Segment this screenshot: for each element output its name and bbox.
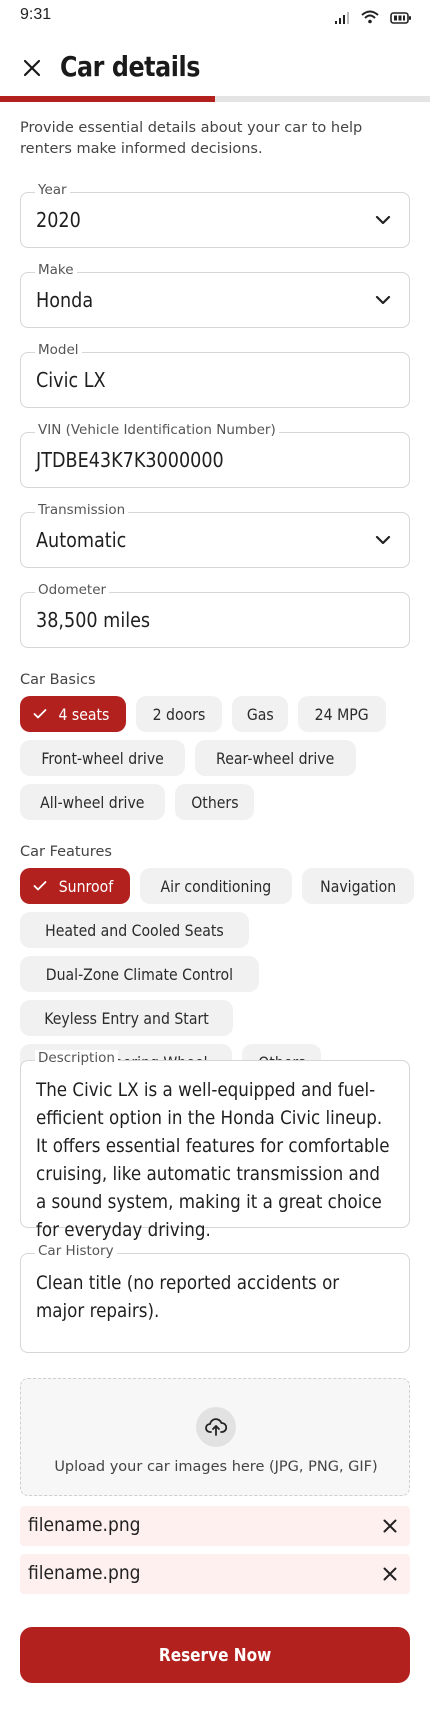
car-features-chips: Sunroof Air conditioning Navigation Heated … — [20, 868, 415, 1080]
chip-label: Sunroof — [58, 876, 114, 896]
progress-bar — [0, 96, 430, 102]
year-value: 2020 — [36, 208, 81, 232]
close-icon — [23, 59, 41, 77]
make-value: Honda — [36, 288, 94, 312]
transmission-label: Transmission — [35, 502, 129, 518]
chip-label: Dual-Zone Climate Control — [45, 964, 234, 984]
close-button[interactable] — [18, 54, 46, 82]
chip-navigation[interactable]: Navigation — [301, 868, 414, 904]
battery-icon — [390, 9, 412, 28]
make-select[interactable]: Make Honda — [20, 262, 410, 328]
chip-label: Front-wheel drive — [41, 748, 164, 768]
upload-instructions: Upload your car images here (JPG, PNG, G… — [54, 1459, 378, 1475]
model-label: Model — [35, 342, 82, 358]
chip-24-mpg[interactable]: 24 MPG — [298, 696, 386, 732]
vin-label: VIN (Vehicle Identification Number) — [35, 422, 279, 438]
chevron-down-icon — [375, 295, 391, 305]
car-basics-chips: 4 seats 2 doors Gas 24 MPG Front-wheel drive… — [20, 696, 415, 820]
close-icon — [383, 1567, 397, 1581]
app-header: Car details — [0, 44, 430, 94]
remove-file-button[interactable] — [380, 1516, 400, 1536]
chip-label: Heated and Cooled Seats — [45, 920, 224, 940]
status-time: 9:31 — [20, 6, 52, 23]
uploaded-file-row: filename.png — [20, 1554, 410, 1594]
chip-rear-wheel-drive[interactable]: Rear-wheel drive — [195, 740, 356, 776]
chip-front-wheel-drive[interactable]: Front-wheel drive — [20, 740, 186, 776]
remove-file-button[interactable] — [380, 1564, 400, 1584]
file-name: filename.png — [28, 1562, 141, 1584]
car-history-label: Car History — [35, 1243, 117, 1259]
chevron-down-icon — [375, 215, 391, 225]
wifi-icon — [360, 9, 380, 28]
model-field[interactable]: Model Civic LX — [20, 342, 410, 408]
chip-label: Rear-wheel drive — [216, 748, 335, 768]
chip-others[interactable]: Others — [174, 784, 255, 820]
odometer-label: Odometer — [35, 582, 110, 598]
chip-dual-zone-climate-control[interactable]: Dual-Zone Climate Control — [20, 956, 259, 992]
check-icon — [33, 708, 47, 720]
chip-label: Keyless Entry and Start — [44, 1008, 209, 1028]
year-select[interactable]: Year 2020 — [20, 182, 410, 248]
chip-all-wheel-drive[interactable]: All-wheel drive — [20, 784, 165, 820]
chip-sunroof[interactable]: Sunroof — [20, 868, 130, 904]
car-history-value: Clean title (no reported accidents or ma… — [36, 1272, 340, 1322]
odometer-field[interactable]: Odometer 38,500 miles — [20, 582, 410, 648]
status-bar: 9:31 — [0, 0, 430, 36]
car-basics-label: Car Basics — [20, 672, 96, 688]
chip-label: Navigation — [319, 876, 396, 896]
year-label: Year — [35, 182, 70, 198]
chip-keyless-entry-and-start[interactable]: Keyless Entry and Start — [20, 1000, 233, 1036]
transmission-value: Automatic — [36, 528, 127, 552]
chevron-down-icon — [375, 535, 391, 545]
intro-text: Provide essential details about your car… — [20, 120, 363, 157]
signal-icon — [334, 9, 350, 28]
image-upload-dropzone[interactable]: Upload your car images here (JPG, PNG, G… — [20, 1378, 410, 1496]
reserve-now-button[interactable]: Reserve Now — [20, 1627, 410, 1683]
chip-4-seats[interactable]: 4 seats — [20, 696, 126, 732]
vin-value: JTDBE43K7K3000000 — [36, 448, 224, 472]
check-icon — [33, 880, 47, 892]
chip-air-conditioning[interactable]: Air conditioning — [139, 868, 292, 904]
chip-heated-and-cooled-seats[interactable]: Heated and Cooled Seats — [20, 912, 249, 948]
close-icon — [383, 1519, 397, 1533]
reserve-now-label: Reserve Now — [158, 1644, 272, 1666]
chip-label: 24 MPG — [315, 704, 369, 724]
vin-field[interactable]: VIN (Vehicle Identification Number) JTDB… — [20, 422, 410, 488]
description-label: Description — [35, 1050, 118, 1066]
progress-fill — [0, 96, 215, 102]
chip-label: All-wheel drive — [40, 792, 145, 812]
transmission-select[interactable]: Transmission Automatic — [20, 502, 410, 568]
chip-label: 2 doors — [152, 704, 206, 724]
page-title: Car details — [60, 50, 200, 83]
status-icons — [334, 9, 412, 28]
make-label: Make — [35, 262, 77, 278]
car-features-label: Car Features — [20, 844, 112, 860]
odometer-value: 38,500 miles — [36, 608, 151, 632]
chip-label: Gas — [246, 704, 274, 724]
car-history-field[interactable]: Car History Clean title (no reported acc… — [20, 1243, 410, 1353]
chip-label: Air conditioning — [160, 876, 272, 896]
chip-label: 4 seats — [58, 704, 110, 724]
chip-label: Others — [190, 792, 239, 812]
cloud-upload-icon — [196, 1407, 236, 1447]
description-field[interactable]: Description The Civic LX is a well-equip… — [20, 1050, 410, 1241]
chip-2-doors[interactable]: 2 doors — [135, 696, 222, 732]
file-name: filename.png — [28, 1514, 141, 1536]
model-value: Civic LX — [36, 368, 106, 392]
description-value: The Civic LX is a well-equipped and fuel… — [36, 1079, 390, 1241]
chip-gas[interactable]: Gas — [231, 696, 289, 732]
uploaded-file-row: filename.png — [20, 1506, 410, 1546]
